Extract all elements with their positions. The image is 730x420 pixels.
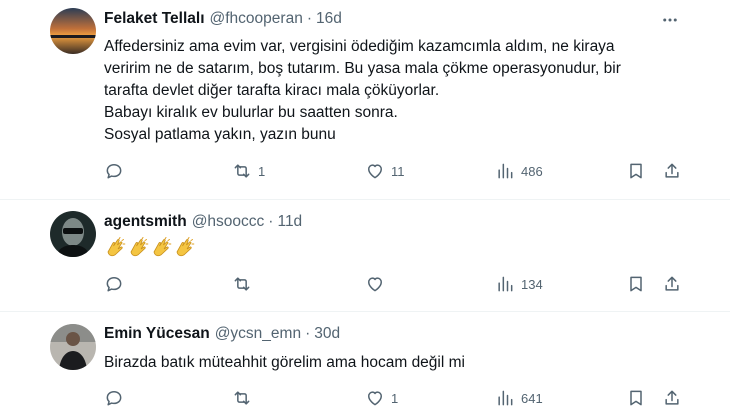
tweet-line: tarafta devlet diğer tarafta kiracı mala… bbox=[104, 82, 440, 99]
avatar-agentsmith[interactable] bbox=[50, 211, 96, 257]
like-button[interactable]: 11 bbox=[365, 161, 405, 181]
more-icon[interactable] bbox=[658, 8, 682, 32]
repost-button[interactable]: 1 bbox=[232, 161, 265, 181]
separator-dot: · bbox=[305, 325, 311, 342]
tweet-header: Felaket Tellalı @fhcooperan · 16d bbox=[104, 10, 342, 28]
views-button[interactable]: 641 bbox=[495, 388, 543, 408]
clapping-hands-icon bbox=[153, 237, 172, 257]
tweet-line: Babayı kiralık ev bulurlar bu saatten so… bbox=[104, 104, 398, 121]
views-button[interactable]: 486 bbox=[495, 161, 543, 181]
timestamp[interactable]: 30d bbox=[314, 325, 340, 343]
reply-icon bbox=[106, 391, 122, 406]
reply-button[interactable] bbox=[104, 161, 130, 181]
tweet-header: Emin Yücesan @ycsn_emn · 30d bbox=[104, 325, 340, 343]
clapping-hands-icon bbox=[176, 237, 195, 257]
reply-button[interactable] bbox=[104, 274, 130, 294]
separator-dot: · bbox=[268, 213, 274, 230]
author-handle[interactable]: @ycsn_emn bbox=[215, 325, 301, 343]
share-icon bbox=[665, 390, 679, 405]
tweet-header: agentsmith @hsooccc · 11d bbox=[104, 213, 302, 231]
share-icon bbox=[665, 276, 679, 291]
clapping-hands-icon bbox=[130, 237, 149, 257]
author-name[interactable]: Felaket Tellalı bbox=[104, 10, 205, 28]
reply-icon bbox=[106, 164, 122, 179]
repost-count: 1 bbox=[258, 163, 266, 179]
timestamp[interactable]: 16d bbox=[316, 10, 342, 28]
views-icon bbox=[498, 390, 513, 406]
repost-icon bbox=[234, 277, 250, 291]
timestamp[interactable]: 11d bbox=[277, 213, 302, 231]
like-button[interactable] bbox=[365, 274, 391, 294]
share-button[interactable] bbox=[662, 388, 682, 408]
views-icon bbox=[498, 163, 513, 179]
repost-button[interactable] bbox=[232, 388, 258, 408]
action-bar: 1 641 bbox=[0, 388, 730, 412]
share-button[interactable] bbox=[662, 161, 682, 181]
like-count: 1 bbox=[391, 390, 399, 406]
bookmark-button[interactable] bbox=[626, 388, 646, 408]
avatar-emin[interactable] bbox=[50, 324, 96, 370]
tweet-line: veririm ne de satarım, boş tutarım. Bu y… bbox=[104, 60, 621, 77]
like-icon bbox=[368, 391, 382, 406]
repost-button[interactable] bbox=[232, 274, 258, 294]
views-button[interactable]: 134 bbox=[495, 274, 543, 294]
tweet-line: Birazda batık müteahhit görelim ama hoca… bbox=[104, 354, 465, 371]
tweet-2[interactable]: agentsmith @hsooccc · 11d 134 bbox=[0, 200, 730, 312]
repost-icon bbox=[234, 164, 250, 178]
author-name[interactable]: Emin Yücesan bbox=[104, 325, 210, 343]
bookmark-icon bbox=[630, 390, 642, 406]
repost-icon bbox=[234, 391, 250, 405]
clapping-hands-icon bbox=[107, 237, 126, 257]
emoji-row bbox=[104, 237, 195, 259]
like-icon bbox=[368, 277, 382, 292]
tweet-1[interactable]: Felaket Tellalı @fhcooperan · 16d Affede… bbox=[0, 0, 730, 200]
tweet-line: Affedersiniz ama evim var, vergisini öde… bbox=[104, 38, 615, 55]
tweet-text: Affedersiniz ama evim var, vergisini öde… bbox=[104, 36, 694, 146]
bookmark-icon bbox=[630, 163, 642, 179]
tweet-text: Birazda batık müteahhit görelim ama hoca… bbox=[104, 352, 694, 374]
share-icon bbox=[665, 163, 679, 178]
reply-feed: Felaket Tellalı @fhcooperan · 16d Affede… bbox=[0, 0, 730, 420]
like-button[interactable]: 1 bbox=[365, 388, 398, 408]
views-count: 486 bbox=[521, 163, 543, 179]
action-bar: 134 bbox=[0, 274, 730, 298]
reply-button[interactable] bbox=[104, 388, 130, 408]
share-button[interactable] bbox=[662, 274, 682, 294]
like-count: 11 bbox=[391, 163, 405, 179]
author-handle[interactable]: @fhcooperan bbox=[210, 10, 303, 28]
action-bar: 1 11 486 bbox=[0, 161, 730, 185]
views-count: 134 bbox=[521, 276, 543, 292]
bookmark-icon bbox=[630, 276, 642, 292]
like-icon bbox=[368, 164, 382, 179]
author-name[interactable]: agentsmith bbox=[104, 213, 187, 231]
author-handle[interactable]: @hsooccc bbox=[192, 213, 265, 231]
separator-dot: · bbox=[306, 10, 312, 27]
reply-icon bbox=[106, 277, 122, 292]
bookmark-button[interactable] bbox=[626, 161, 646, 181]
views-count: 641 bbox=[521, 390, 543, 406]
bookmark-button[interactable] bbox=[626, 274, 646, 294]
tweet-line: Sosyal patlama yakın, yazın bunu bbox=[104, 126, 336, 143]
tweet-3[interactable]: Emin Yücesan @ycsn_emn · 30d Birazda bat… bbox=[0, 312, 730, 420]
avatar-felaket[interactable] bbox=[50, 8, 96, 54]
views-icon bbox=[498, 276, 513, 292]
